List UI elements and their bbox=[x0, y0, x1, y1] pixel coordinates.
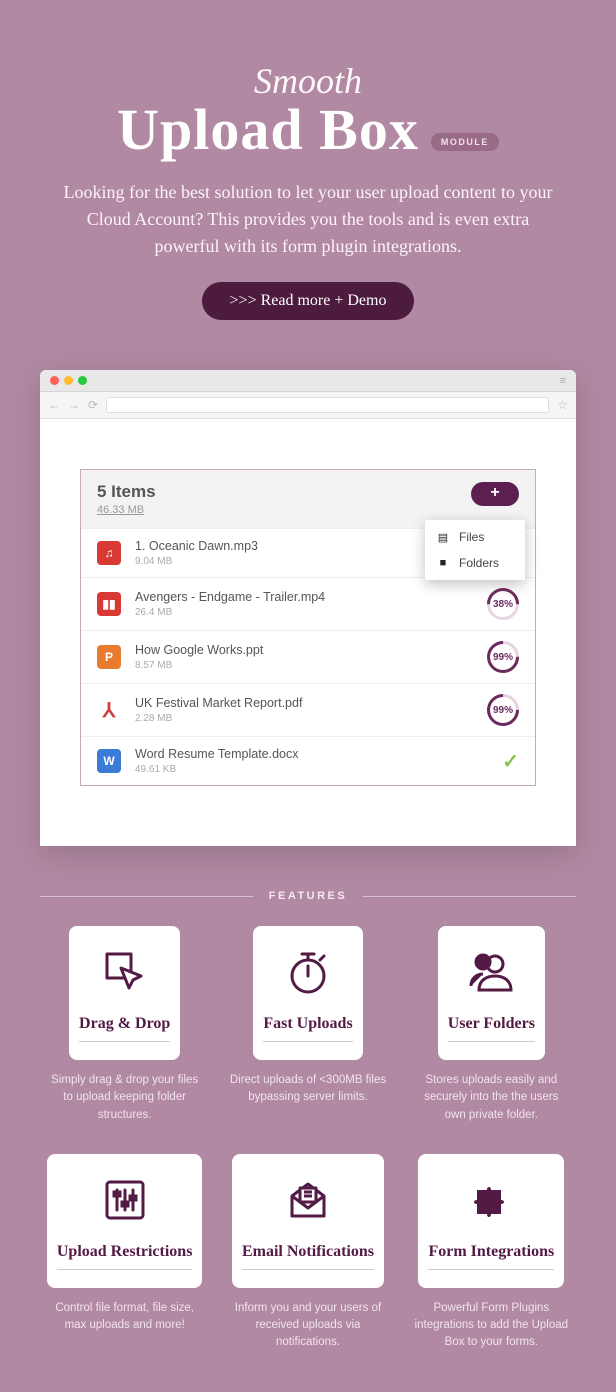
feature-desc: Inform you and your users of received up… bbox=[223, 1300, 392, 1352]
check-icon: ✓ bbox=[502, 749, 519, 774]
forward-icon: → bbox=[68, 398, 80, 412]
feature-card: Drag & Drop bbox=[69, 926, 180, 1060]
folder-icon: ■ bbox=[437, 557, 449, 569]
browser-titlebar: ≡ bbox=[40, 370, 576, 392]
feature-title: Fast Uploads bbox=[263, 1015, 352, 1042]
popover-files-label: Files bbox=[459, 530, 484, 544]
url-field[interactable] bbox=[106, 397, 549, 413]
feature-title: Email Notifications bbox=[242, 1243, 374, 1270]
feature-card: Email Notifications bbox=[232, 1154, 384, 1288]
popover-folders-label: Folders bbox=[459, 556, 499, 570]
popover-folders[interactable]: ■ Folders bbox=[425, 550, 525, 576]
module-badge: MODULE bbox=[431, 133, 499, 151]
add-popover: ▤ Files ■ Folders bbox=[425, 520, 525, 580]
feature-card: User Folders bbox=[438, 926, 545, 1060]
sliders-icon bbox=[101, 1176, 149, 1229]
feature-desc: Direct uploads of <300MB files bypassing… bbox=[223, 1072, 392, 1107]
maximize-icon bbox=[78, 376, 87, 385]
feature-title: Drag & Drop bbox=[79, 1015, 170, 1042]
feature-desc: Control file format, file size, max uplo… bbox=[40, 1300, 209, 1335]
list-item[interactable]: P How Google Works.ppt 8.57 MB 99% bbox=[81, 630, 535, 683]
features-heading: FEATURES bbox=[269, 890, 347, 902]
list-item[interactable]: ⅄ UK Festival Market Report.pdf 2.28 MB … bbox=[81, 683, 535, 736]
divider bbox=[40, 896, 253, 897]
hero-lede: Looking for the best solution to let you… bbox=[52, 179, 564, 260]
file-name: How Google Works.ppt bbox=[135, 643, 473, 658]
progress-ring: 99% bbox=[487, 641, 519, 673]
bookmark-icon: ☆ bbox=[557, 398, 568, 412]
drag-drop-icon bbox=[101, 948, 149, 1001]
feature-desc: Powerful Form Plugins integrations to ad… bbox=[407, 1300, 576, 1352]
browser-mock: ≡ ← → ⟳ ☆ 5 Items 46.33 MB + ▤ Files bbox=[40, 370, 576, 846]
list-item[interactable]: W Word Resume Template.docx 49.61 KB ✓ bbox=[81, 736, 535, 785]
close-icon bbox=[50, 376, 59, 385]
minimize-icon bbox=[64, 376, 73, 385]
file-name: Avengers - Endgame - Trailer.mp4 bbox=[135, 590, 473, 605]
stopwatch-icon bbox=[284, 948, 332, 1001]
pdf-icon: ⅄ bbox=[97, 698, 121, 722]
feature-card: Upload Restrictions bbox=[47, 1154, 203, 1288]
feature-title: User Folders bbox=[448, 1015, 535, 1042]
file-size: 26.4 MB bbox=[135, 607, 473, 618]
upload-panel: 5 Items 46.33 MB + ▤ Files ■ Folders ♫ 1 bbox=[80, 469, 536, 786]
ppt-icon: P bbox=[97, 645, 121, 669]
back-icon: ← bbox=[48, 398, 60, 412]
puzzle-icon bbox=[467, 1176, 515, 1229]
item-count: 5 Items bbox=[97, 482, 156, 502]
hero-title: Upload Box bbox=[117, 96, 419, 163]
feature-card: Form Integrations bbox=[418, 1154, 564, 1288]
menu-icon: ≡ bbox=[560, 375, 566, 387]
total-size[interactable]: 46.33 MB bbox=[97, 504, 156, 516]
reload-icon: ⟳ bbox=[88, 398, 98, 412]
file-size: 49.61 KB bbox=[135, 764, 488, 775]
progress-ring: 99% bbox=[487, 694, 519, 726]
file-size: 2.28 MB bbox=[135, 713, 473, 724]
popover-files[interactable]: ▤ Files bbox=[425, 524, 525, 550]
list-item[interactable]: ▮▮ Avengers - Endgame - Trailer.mp4 26.4… bbox=[81, 577, 535, 630]
feature-title: Form Integrations bbox=[428, 1243, 554, 1270]
divider bbox=[363, 896, 576, 897]
feature-desc: Simply drag & drop your files to upload … bbox=[40, 1072, 209, 1124]
audio-icon: ♫ bbox=[97, 541, 121, 565]
feature-desc: Stores uploads easily and securely into … bbox=[407, 1072, 576, 1124]
progress-ring: 38% bbox=[487, 588, 519, 620]
file-icon: ▤ bbox=[437, 531, 449, 544]
video-icon: ▮▮ bbox=[97, 592, 121, 616]
browser-urlbar: ← → ⟳ ☆ bbox=[40, 392, 576, 419]
feature-card: Fast Uploads bbox=[253, 926, 362, 1060]
doc-icon: W bbox=[97, 749, 121, 773]
feature-title: Upload Restrictions bbox=[57, 1243, 193, 1270]
add-button[interactable]: + bbox=[471, 482, 519, 506]
file-name: Word Resume Template.docx bbox=[135, 747, 488, 762]
file-size: 8.57 MB bbox=[135, 660, 473, 671]
read-more-button[interactable]: >>> Read more + Demo bbox=[202, 282, 415, 320]
users-icon bbox=[467, 948, 515, 1001]
file-name: UK Festival Market Report.pdf bbox=[135, 696, 473, 711]
mail-icon bbox=[284, 1176, 332, 1229]
